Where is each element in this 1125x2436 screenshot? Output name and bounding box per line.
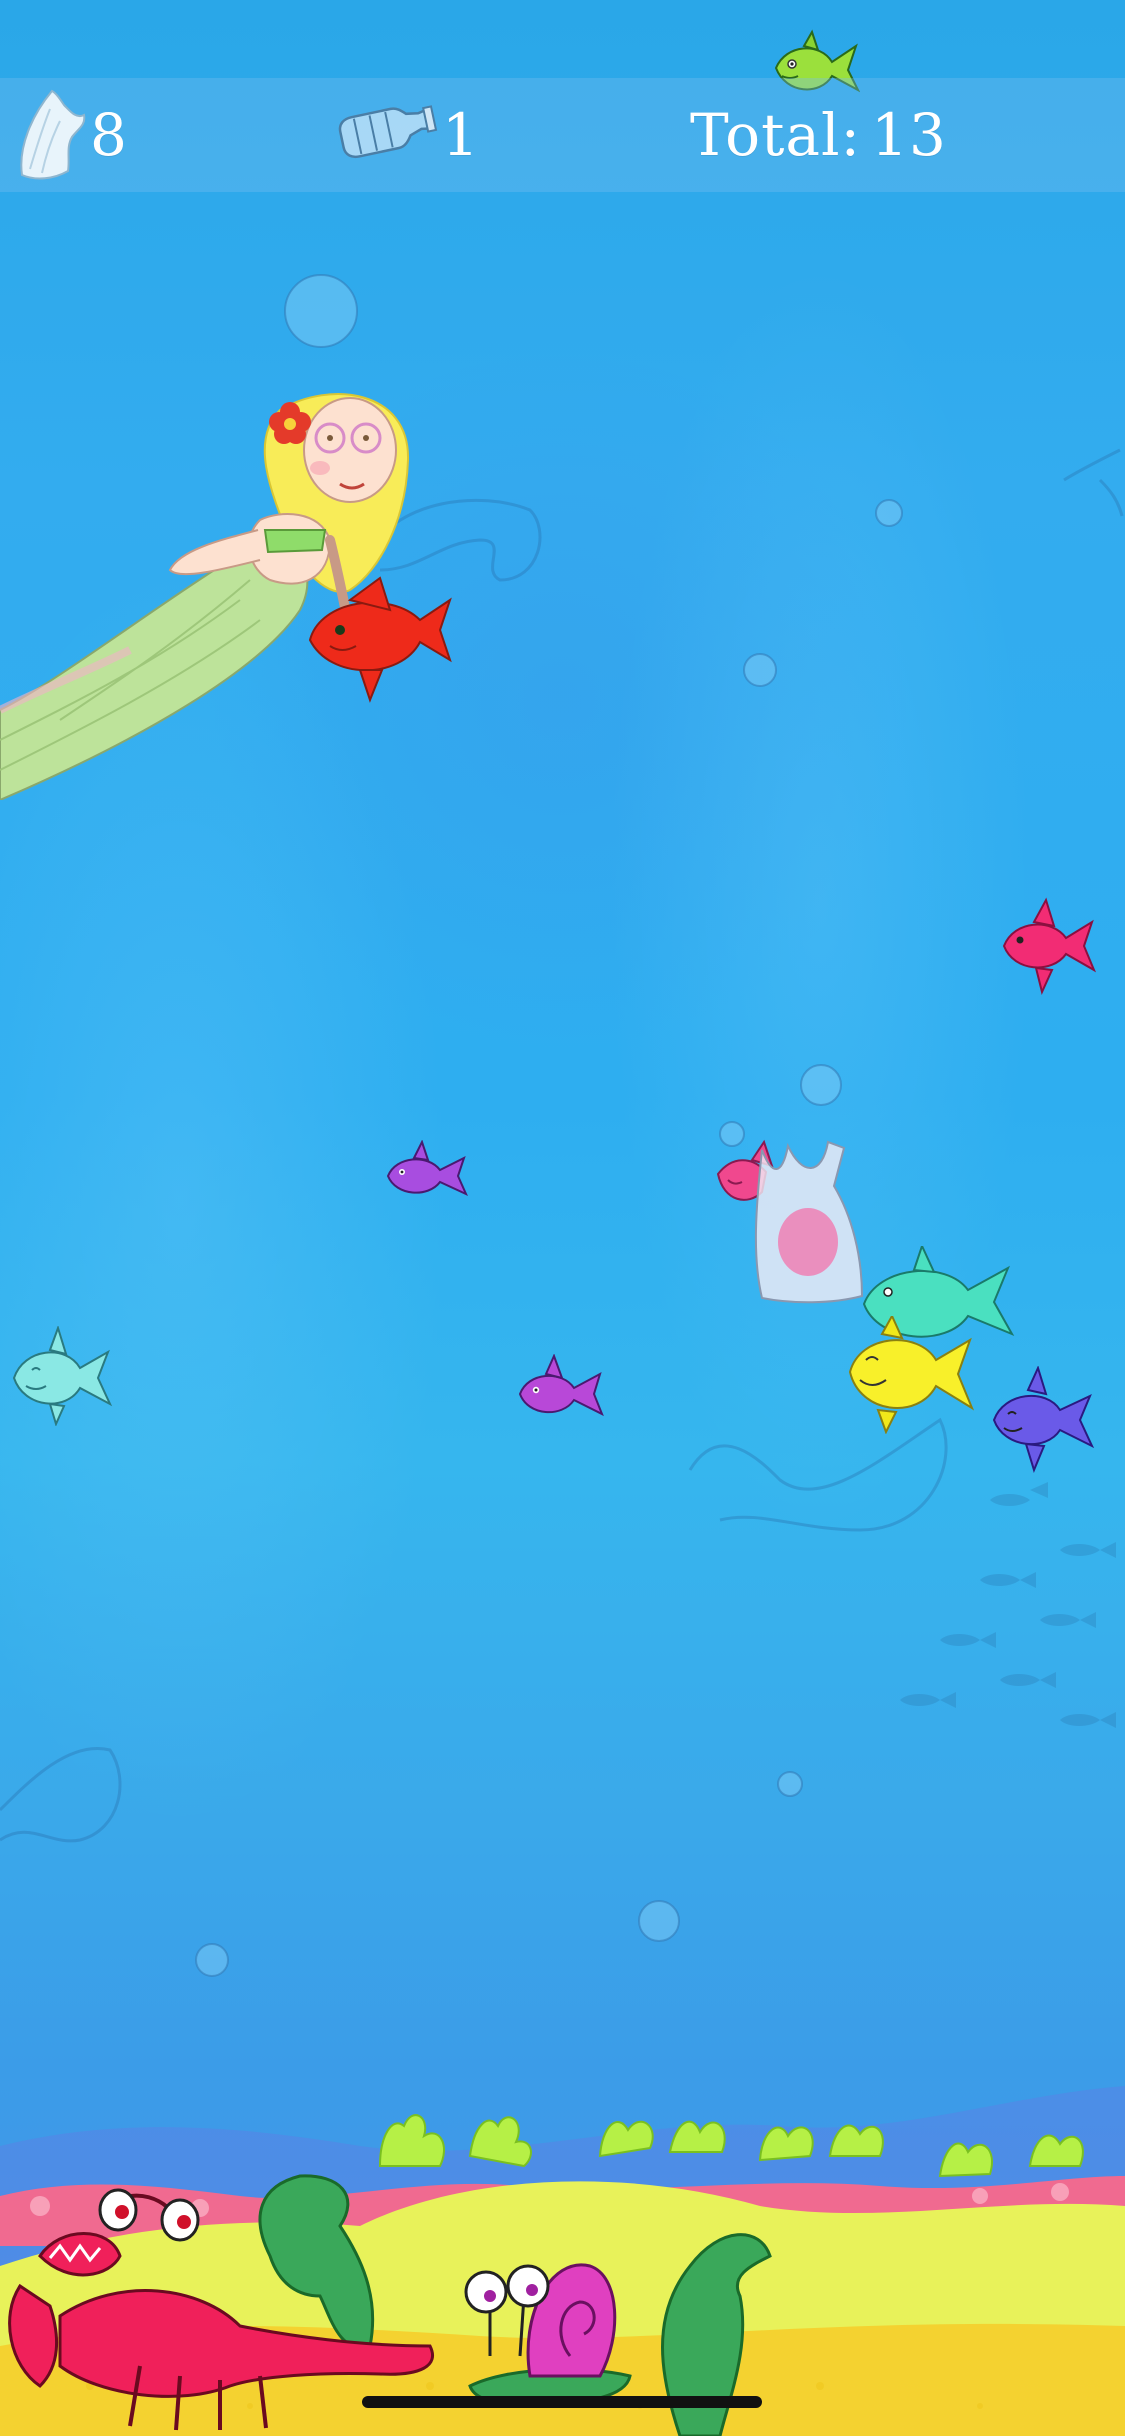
home-indicator[interactable] [362, 2396, 762, 2408]
fish-yellow[interactable] [846, 1316, 976, 1434]
fish-purple[interactable] [384, 1140, 470, 1210]
bubble [284, 274, 358, 348]
fish-blue[interactable] [990, 1366, 1096, 1474]
sea-shell-icon [20, 89, 86, 180]
background-fish-school [900, 1482, 1116, 1728]
total-label: Total: [690, 101, 862, 169]
bubble [638, 1900, 680, 1942]
bubble [777, 1771, 803, 1797]
shells-count: 8 [90, 101, 128, 169]
background-corner-sketch [1063, 448, 1124, 517]
snail-character [464, 2263, 632, 2406]
bottles-counter: 1 [336, 78, 480, 192]
plastic-bottle-icon [338, 105, 438, 158]
total-counter: Total: 13 [690, 78, 947, 192]
game-stage[interactable]: 8 1 Total: 13 [0, 0, 1125, 2436]
shells-counter: 8 [14, 78, 128, 192]
total-value: 13 [871, 101, 947, 169]
mermaid-player[interactable] [0, 380, 460, 800]
score-hud: 8 1 Total: 13 [0, 78, 1125, 192]
bubble [875, 499, 903, 527]
fish-purple[interactable] [516, 1354, 606, 1430]
bubble [743, 653, 777, 687]
bubble [195, 1943, 229, 1977]
bubble [800, 1064, 842, 1106]
fish-cyan[interactable] [10, 1326, 114, 1426]
background-swirl-sketch [0, 1747, 122, 1843]
fish-magenta[interactable] [1000, 896, 1100, 996]
bottles-count: 1 [442, 101, 480, 169]
plastic-bag-trash[interactable] [712, 1136, 876, 1304]
